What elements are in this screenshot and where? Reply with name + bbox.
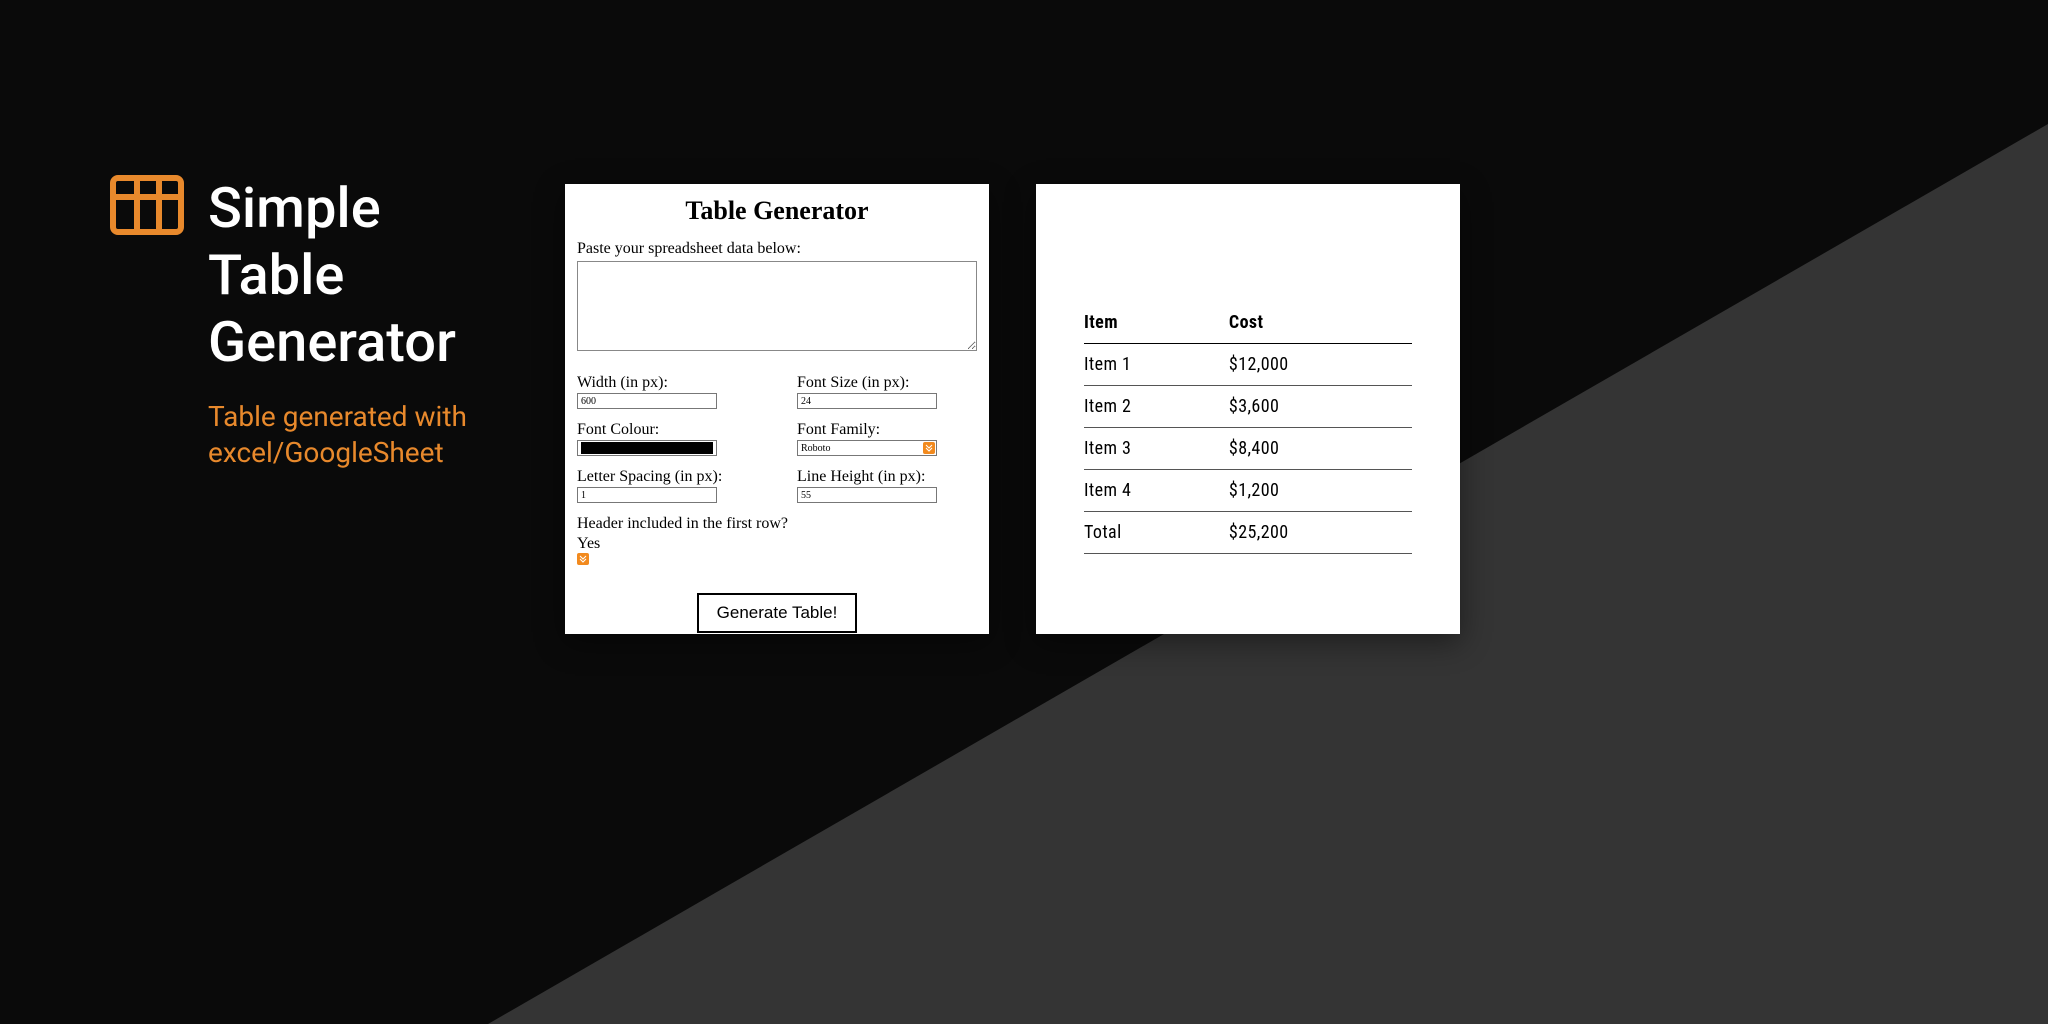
lineheight-label: Line Height (in px): [797, 468, 977, 486]
hero-section: Simple Table Generator Table generated w… [110, 175, 467, 471]
table-row: Item 2 $3,600 [1084, 386, 1412, 428]
table-row: Item 4 $1,200 [1084, 470, 1412, 512]
form-heading: Table Generator [577, 196, 977, 226]
hero-subtitle: Table generated with excel/GoogleSheet [208, 399, 467, 472]
generator-form-panel: Table Generator Paste your spreadsheet d… [565, 184, 989, 634]
width-label: Width (in px): [577, 374, 757, 392]
table-icon [110, 175, 184, 471]
fontsize-label: Font Size (in px): [797, 374, 977, 392]
fontcolour-label: Font Colour: [577, 421, 757, 439]
hero-title: Simple Table Generator [208, 175, 467, 377]
table-row: Item 1 $12,000 [1084, 344, 1412, 386]
fontfamily-label: Font Family: [797, 421, 977, 439]
fontfamily-select[interactable]: Roboto [797, 440, 937, 456]
fontsize-input[interactable]: 24 [797, 393, 937, 409]
table-row: Total $25,200 [1084, 512, 1412, 554]
headerincluded-label: Header included in the first row? [577, 515, 977, 533]
fontcolour-input[interactable] [577, 440, 717, 456]
lineheight-input[interactable]: 55 [797, 487, 937, 503]
colour-swatch [581, 442, 713, 454]
width-input[interactable]: 600 [577, 393, 717, 409]
generate-table-button[interactable]: Generate Table! [697, 593, 858, 633]
letterspacing-input[interactable]: 1 [577, 487, 717, 503]
letterspacing-label: Letter Spacing (in px): [577, 468, 757, 486]
spreadsheet-data-input[interactable] [577, 261, 977, 351]
chevron-down-icon [923, 442, 935, 454]
table-header: Item [1084, 308, 1229, 344]
output-table: Item Cost Item 1 $12,000 Item 2 $3,600 I… [1084, 308, 1412, 554]
table-row: Item 3 $8,400 [1084, 428, 1412, 470]
output-panel: Item Cost Item 1 $12,000 Item 2 $3,600 I… [1036, 184, 1460, 634]
paste-label: Paste your spreadsheet data below: [577, 240, 977, 258]
headerincluded-select[interactable]: Yes [577, 535, 977, 565]
chevron-down-icon [577, 553, 589, 565]
table-header: Cost [1229, 308, 1412, 344]
